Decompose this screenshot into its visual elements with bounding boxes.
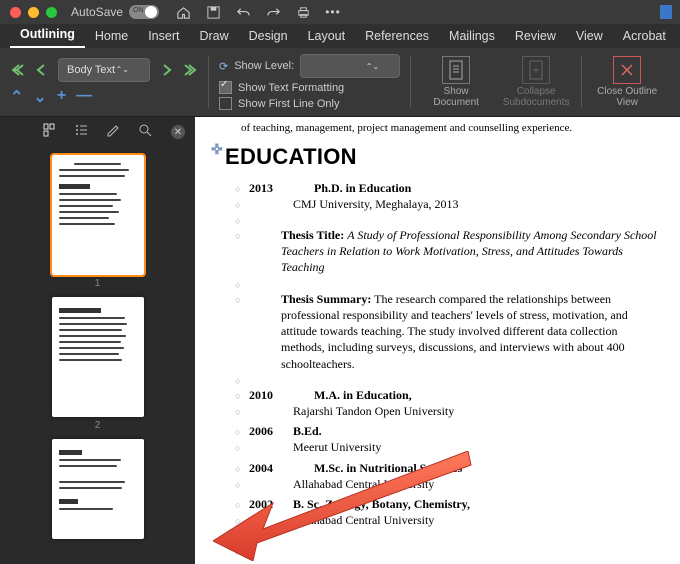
outline-bullet-icon: ○ xyxy=(235,479,243,491)
show-text-formatting-label: Show Text Formatting xyxy=(238,82,344,94)
outline-bullet-icon: ○ xyxy=(235,463,243,475)
thumbnails-icon[interactable] xyxy=(42,123,58,139)
show-level-label: Show Level: xyxy=(234,60,294,72)
page-number: 2 xyxy=(95,420,101,431)
outline-bullet-icon: ○ xyxy=(235,546,243,558)
show-text-formatting-checkbox[interactable] xyxy=(219,81,232,94)
doc-icon xyxy=(658,4,674,20)
outline-bullet-icon: ○ xyxy=(235,199,243,211)
outline-bullet-icon: ○ xyxy=(235,442,243,454)
outline-bullet-icon: ○ xyxy=(235,406,243,418)
tab-mailings[interactable]: Mailings xyxy=(439,24,505,48)
outline-bullet-icon: ○ xyxy=(235,499,243,511)
document-outline-area[interactable]: of teaching, management, project managem… xyxy=(195,117,680,564)
outline-bullet-icon: ○ xyxy=(235,183,243,195)
tab-design[interactable]: Design xyxy=(239,24,298,48)
home-icon[interactable] xyxy=(175,4,191,20)
collapse-subdocuments-button[interactable]: Collapse Subdocuments xyxy=(501,56,571,108)
close-outline-view-button[interactable]: Close Outline View xyxy=(592,56,662,108)
heading-education: EDUCATION xyxy=(225,142,357,172)
tab-references[interactable]: References xyxy=(355,24,439,48)
demote-icon[interactable] xyxy=(158,62,174,78)
show-level-refresh-icon[interactable]: ⟳ xyxy=(219,60,228,73)
separator xyxy=(581,56,582,108)
window-titlebar: AutoSave ON ••• xyxy=(0,0,680,24)
outline-level-select[interactable]: Body Text⌃⌄ xyxy=(58,58,150,82)
redo-icon[interactable] xyxy=(265,4,281,20)
expand-marker-icon[interactable]: ✜ xyxy=(211,142,219,161)
separator xyxy=(410,56,411,108)
expand-icon[interactable]: + xyxy=(57,87,66,107)
promote-to-heading1-icon[interactable] xyxy=(10,62,26,78)
demote-to-body-icon[interactable] xyxy=(182,62,198,78)
outline-bullet-icon: ○ xyxy=(235,515,243,527)
tab-review[interactable]: Review xyxy=(505,24,566,48)
outline-bullet-icon: ○ xyxy=(235,426,243,438)
thumbnails-pane: ✕ 1 2 xyxy=(0,117,195,564)
autosave-label: AutoSave xyxy=(71,5,123,19)
close-icon xyxy=(613,56,641,84)
close-window-button[interactable] xyxy=(10,7,21,18)
more-icon[interactable]: ••• xyxy=(325,4,341,20)
move-up-icon[interactable]: ⌃ xyxy=(10,87,23,107)
page-thumbnail-1[interactable] xyxy=(52,155,144,275)
undo-icon[interactable] xyxy=(235,4,251,20)
outline-bullet-icon: ○ xyxy=(235,531,243,543)
tab-view[interactable]: View xyxy=(566,24,613,48)
zoom-window-button[interactable] xyxy=(46,7,57,18)
outline-bullet-icon: ○ xyxy=(235,230,243,242)
outline-bullet-icon: ○ xyxy=(235,279,243,291)
ribbon-outlining: Body Text⌃⌄ ⌃ ⌄ + — ⟳ Show Level: ⌃⌄ Show … xyxy=(0,48,680,117)
move-down-icon[interactable]: ⌄ xyxy=(33,87,46,107)
separator xyxy=(208,56,209,108)
document-icon xyxy=(442,56,470,84)
outline-bullet-icon: ○ xyxy=(235,294,243,306)
show-first-line-label: Show First Line Only xyxy=(238,98,339,110)
save-icon[interactable] xyxy=(205,4,221,20)
tab-home[interactable]: Home xyxy=(85,24,138,48)
tab-acrobat[interactable]: Acrobat xyxy=(613,24,676,48)
reviewing-icon[interactable] xyxy=(106,123,122,139)
autosave-toggle[interactable]: ON xyxy=(129,5,159,19)
headings-icon[interactable] xyxy=(74,123,90,139)
show-first-line-checkbox[interactable] xyxy=(219,97,232,110)
find-icon[interactable] xyxy=(138,123,154,139)
tab-layout[interactable]: Layout xyxy=(298,24,356,48)
close-pane-icon[interactable]: ✕ xyxy=(171,125,185,139)
tab-insert[interactable]: Insert xyxy=(138,24,189,48)
quick-access-toolbar: ••• xyxy=(175,4,341,20)
tab-draw[interactable]: Draw xyxy=(189,24,238,48)
page-thumbnail-2[interactable] xyxy=(52,297,144,417)
outline-bullet-icon: ○ xyxy=(235,390,243,402)
page-thumbnail-3[interactable] xyxy=(52,439,144,539)
outline-bullet-icon: ○ xyxy=(235,375,243,387)
outline-bullet-icon: ○ xyxy=(235,215,243,227)
page-number: 1 xyxy=(95,278,101,289)
promote-icon[interactable] xyxy=(34,62,50,78)
show-document-button[interactable]: Show Document xyxy=(421,56,491,108)
collapse-icon[interactable]: — xyxy=(76,87,92,107)
print-icon[interactable] xyxy=(295,4,311,20)
window-controls xyxy=(10,7,57,18)
body-text: of teaching, management, project managem… xyxy=(241,121,662,136)
minimize-window-button[interactable] xyxy=(28,7,39,18)
show-level-select[interactable]: ⌃⌄ xyxy=(300,54,400,78)
ribbon-tabs: Outlining Home Insert Draw Design Layout… xyxy=(0,24,680,48)
collapse-subdoc-icon xyxy=(522,56,550,84)
tab-outlining[interactable]: Outlining xyxy=(10,22,85,48)
